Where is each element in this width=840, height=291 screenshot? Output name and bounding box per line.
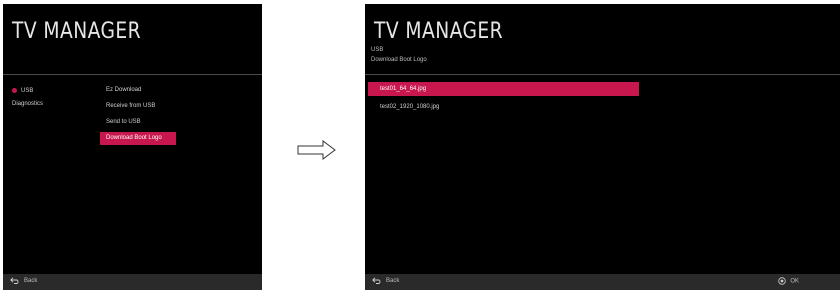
- back-label: Back: [24, 278, 38, 285]
- menu-item-label: USB: [21, 88, 34, 95]
- submenu-item-receive-from-usb[interactable]: Receive from USB: [100, 100, 176, 113]
- menu-item-label: Diagnostics: [12, 101, 44, 107]
- submenu-item-download-boot-logo[interactable]: Download Boot Logo: [100, 132, 176, 145]
- back-button[interactable]: Back: [10, 277, 37, 284]
- footer-bar: Back: [3, 274, 262, 290]
- submenu-item-send-to-usb[interactable]: Send to USB: [100, 116, 176, 129]
- menu-item-usb[interactable]: USB: [12, 88, 33, 94]
- back-label: Back: [386, 278, 400, 285]
- back-arrow-icon: [372, 277, 381, 284]
- submenu-item-label: Ez Download: [106, 87, 142, 93]
- tv-screen-file-list: TV MANAGER USB Download Boot Logo test01…: [365, 4, 840, 290]
- title-divider: [365, 74, 840, 75]
- back-button[interactable]: Back: [372, 277, 399, 284]
- file-name: test02_1920_1080.jpg: [380, 104, 440, 110]
- submenu-item-label: Send to USB: [106, 119, 141, 125]
- ok-label: OK: [790, 278, 799, 285]
- file-name: test01_64_64.jpg: [380, 86, 427, 92]
- submenu-item-ez-download[interactable]: Ez Download: [100, 84, 176, 97]
- file-item[interactable]: test01_64_64.jpg: [368, 82, 639, 96]
- submenu-item-label: Receive from USB: [106, 103, 156, 109]
- breadcrumb-level-2: Download Boot Logo: [371, 57, 427, 63]
- submenu-item-label: Download Boot Logo: [106, 135, 162, 141]
- red-dot-icon: [12, 88, 17, 93]
- footer-bar: Back OK: [365, 274, 840, 290]
- page-title: TV MANAGER: [12, 19, 142, 44]
- page-title: TV MANAGER: [374, 19, 504, 44]
- breadcrumb-level-1: USB: [371, 47, 384, 53]
- file-item[interactable]: test02_1920_1080.jpg: [368, 100, 639, 114]
- ok-button[interactable]: OK: [778, 277, 799, 285]
- back-arrow-icon: [10, 277, 19, 284]
- menu-item-diagnostics[interactable]: Diagnostics: [12, 101, 43, 107]
- tv-screen-menu: TV MANAGER USB Diagnostics Ez Download R…: [3, 4, 262, 290]
- ok-button-icon: [778, 277, 787, 285]
- title-divider: [3, 74, 262, 75]
- right-arrow-outline-icon: [297, 140, 336, 160]
